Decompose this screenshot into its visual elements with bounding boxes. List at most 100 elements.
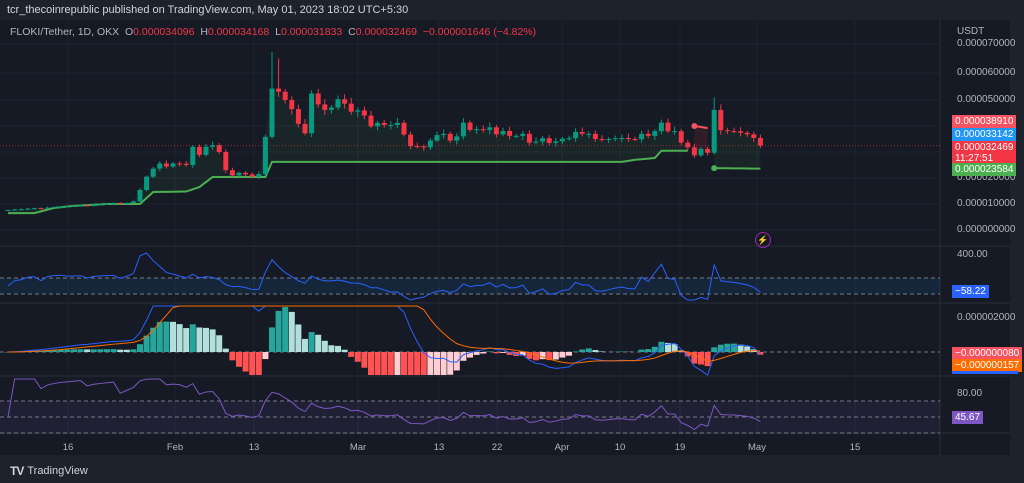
candle-body <box>282 91 288 100</box>
candle-body <box>711 109 717 153</box>
tradingview-logo-icon[interactable]: TV <box>10 464 24 478</box>
macd-histogram-bar <box>183 328 190 352</box>
macd-histogram-bar <box>288 311 295 352</box>
candle-body <box>157 163 163 169</box>
macd-histogram-bar <box>262 352 269 360</box>
macd-histogram-bar <box>209 329 216 352</box>
time-tick: 22 <box>491 442 503 453</box>
candle-body <box>414 146 420 148</box>
candle-body <box>170 163 176 167</box>
candle-body <box>78 205 84 207</box>
macd-histogram-bar <box>453 352 460 371</box>
macd-histogram-bar <box>348 352 355 357</box>
symbol-label[interactable]: FLOKI/Tether, 1D, OKX <box>10 26 119 38</box>
candle-body <box>124 202 130 204</box>
candle-body <box>612 138 618 140</box>
candle-body <box>500 130 506 135</box>
brand-name[interactable]: TradingView <box>27 465 88 477</box>
candle-body <box>658 122 664 132</box>
macd-histogram-bar <box>216 335 223 352</box>
macd-histogram-bar <box>123 349 130 352</box>
candle-body <box>401 122 407 135</box>
candle-body <box>335 99 341 108</box>
candle-body <box>540 138 546 142</box>
candle-body <box>130 201 136 203</box>
macd-histogram-bar <box>315 334 322 352</box>
candle-body <box>685 142 691 148</box>
macd-histogram-bar <box>163 321 170 352</box>
low-value: 0.000031833 <box>280 26 343 38</box>
candle-body <box>361 110 367 116</box>
candle-body <box>163 163 169 167</box>
time-tick: 19 <box>674 442 686 453</box>
cci-tick: 400.00 <box>957 249 988 260</box>
candle-body <box>553 141 559 143</box>
candle-body <box>546 138 552 143</box>
macd-histogram-bar <box>64 349 71 352</box>
candle-body <box>599 139 605 140</box>
rsi-tick: 80.00 <box>957 388 983 399</box>
macd-histogram-bar <box>420 352 427 375</box>
candle-body <box>58 206 64 208</box>
candle-body <box>276 88 282 92</box>
time-tick: Mar <box>349 442 367 453</box>
macd-histogram-bar <box>361 352 368 368</box>
rsi-value-tag: 45.67 <box>952 411 984 424</box>
macd-line-tag <box>952 371 1018 374</box>
candle-body <box>592 133 598 139</box>
macd-histogram-bar <box>104 349 110 352</box>
time-tick: 16 <box>62 442 74 453</box>
candle-body <box>724 130 730 132</box>
open-value: 0.000034096 <box>133 26 195 38</box>
candle-body <box>45 207 51 209</box>
candle-body <box>18 209 24 211</box>
macd-histogram-bar <box>275 310 282 352</box>
candle-body <box>652 131 658 136</box>
candle-body <box>487 127 493 130</box>
lightning-icon[interactable]: ⚡ <box>755 232 771 248</box>
candle-body <box>190 146 196 165</box>
macd-histogram-bar <box>394 352 401 375</box>
candle-body <box>375 122 381 127</box>
candle-body <box>91 204 97 206</box>
candle-body <box>744 132 750 135</box>
supertrend-sell-dot <box>691 123 698 129</box>
time-tick: 13 <box>248 442 260 453</box>
candle-body <box>619 137 625 139</box>
candle-body <box>606 139 612 140</box>
candle-body <box>388 124 394 126</box>
candle-body <box>236 172 242 176</box>
macd-histogram-bar <box>77 349 84 352</box>
candle-body <box>434 135 440 141</box>
candle-body <box>342 99 348 104</box>
candle-body <box>25 208 31 210</box>
macd-histogram-bar <box>176 324 183 352</box>
macd-histogram-bar <box>500 352 506 353</box>
candle-body <box>150 168 156 177</box>
macd-histogram-bar <box>401 352 407 375</box>
right-scrollbar[interactable] <box>1010 20 1024 455</box>
candle-body <box>751 134 757 138</box>
candle-body <box>467 122 473 130</box>
chart-svg[interactable] <box>0 0 1010 455</box>
candle-body <box>705 148 711 153</box>
macd-histogram-bar <box>321 340 328 352</box>
macd-histogram-bar <box>579 349 586 352</box>
candle-body <box>493 127 499 135</box>
candle-body <box>111 203 117 205</box>
macd-histogram-bar <box>242 352 249 372</box>
candle-body <box>309 93 315 134</box>
candle-body <box>196 146 202 155</box>
candle-body <box>427 140 433 148</box>
candle-body <box>394 122 400 125</box>
candle-body <box>731 130 737 132</box>
high-label: H <box>200 26 208 38</box>
candle-body <box>738 131 744 133</box>
candle-body <box>51 207 57 209</box>
last-price-tag: 0.000032469 11:27:51 <box>952 141 1017 165</box>
candle-body <box>408 134 414 147</box>
ohlc-legend: FLOKI/Tether, 1D, OKX O0.000034096 H0.00… <box>10 26 536 38</box>
candle-body <box>460 122 466 137</box>
macd-histogram-bar <box>572 351 579 352</box>
candle-body <box>447 133 453 141</box>
